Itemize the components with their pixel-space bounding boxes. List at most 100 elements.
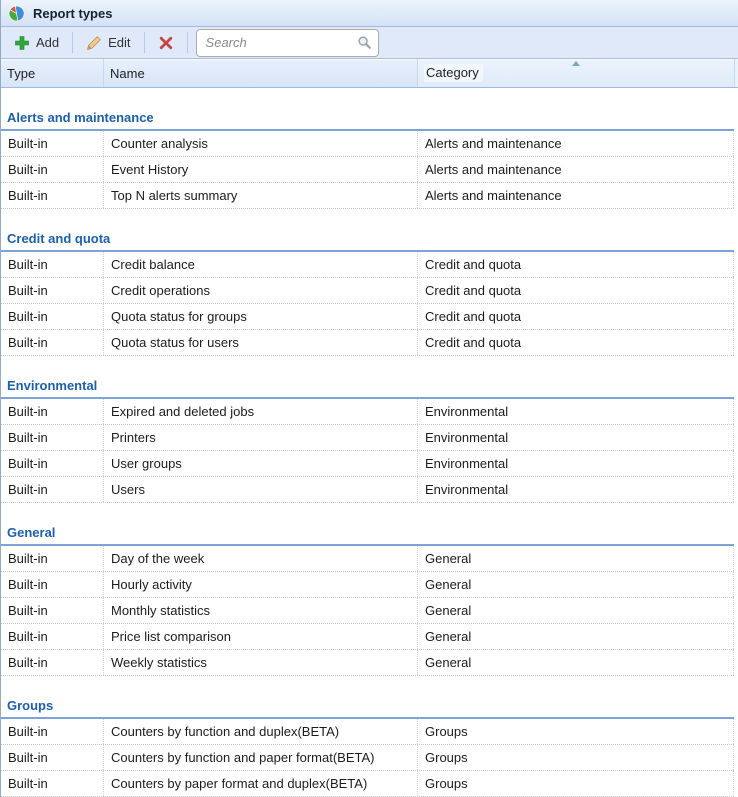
table-row[interactable]: Built-inCounters by function and paper f…	[1, 745, 734, 771]
cell-category: General	[418, 546, 734, 571]
group-header[interactable]: General	[1, 521, 734, 546]
cell-name: Weekly statistics	[104, 650, 418, 675]
search-box	[196, 29, 379, 57]
table-row[interactable]: Built-inCredit operationsCredit and quot…	[1, 278, 734, 304]
cell-type: Built-in	[1, 330, 104, 355]
table-row[interactable]: Built-inCounter analysisAlerts and maint…	[1, 131, 734, 157]
cell-name: Credit balance	[104, 252, 418, 277]
column-header-category-label: Category	[424, 64, 483, 82]
table-row[interactable]: Built-inHourly activityGeneral	[1, 572, 734, 598]
cell-category: Alerts and maintenance	[418, 183, 734, 208]
cell-name: Event History	[104, 157, 418, 182]
column-header-name-label: Name	[110, 66, 145, 81]
table-row[interactable]: Built-inDay of the weekGeneral	[1, 546, 734, 572]
group-header[interactable]: Alerts and maintenance	[1, 106, 734, 131]
cell-type: Built-in	[1, 572, 104, 597]
cell-category: General	[418, 572, 734, 597]
table-row[interactable]: Built-inUser groupsEnvironmental	[1, 451, 734, 477]
cell-name: User groups	[104, 451, 418, 476]
sort-ascending-icon	[572, 61, 580, 66]
toolbar: Add Edit	[1, 27, 738, 59]
table-row[interactable]: Built-inCounters by function and duplex(…	[1, 719, 734, 745]
cell-name: Quota status for groups	[104, 304, 418, 329]
cell-type: Built-in	[1, 598, 104, 623]
cell-category: Credit and quota	[418, 330, 734, 355]
table-row[interactable]: Built-inTop N alerts summaryAlerts and m…	[1, 183, 734, 209]
cell-name: Printers	[104, 425, 418, 450]
cell-type: Built-in	[1, 451, 104, 476]
window-title: Report types	[33, 6, 112, 21]
table-row[interactable]: Built-inCredit balanceCredit and quota	[1, 252, 734, 278]
toolbar-separator	[144, 32, 145, 53]
cell-type: Built-in	[1, 624, 104, 649]
table-row[interactable]: Built-inPrintersEnvironmental	[1, 425, 734, 451]
column-header-type-label: Type	[7, 66, 35, 81]
cell-category: General	[418, 650, 734, 675]
pie-chart-icon	[8, 5, 25, 22]
cell-type: Built-in	[1, 425, 104, 450]
cell-type: Built-in	[1, 546, 104, 571]
edit-button-label: Edit	[108, 35, 130, 50]
group-header[interactable]: Credit and quota	[1, 227, 734, 252]
cell-category: Alerts and maintenance	[418, 157, 734, 182]
cell-category: Credit and quota	[418, 252, 734, 277]
group-header[interactable]: Groups	[1, 694, 734, 719]
table-row[interactable]: Built-inExpired and deleted jobsEnvironm…	[1, 399, 734, 425]
add-button-label: Add	[36, 35, 59, 50]
table-row[interactable]: Built-inQuota status for groupsCredit an…	[1, 304, 734, 330]
cell-name: Quota status for users	[104, 330, 418, 355]
toolbar-separator	[72, 32, 73, 53]
cell-type: Built-in	[1, 399, 104, 424]
cell-category: Credit and quota	[418, 278, 734, 303]
cell-name: Monthly statistics	[104, 598, 418, 623]
table-row[interactable]: Built-inWeekly statisticsGeneral	[1, 650, 734, 676]
cell-category: Alerts and maintenance	[418, 131, 734, 156]
column-header-name[interactable]: Name	[104, 59, 418, 87]
add-plus-icon	[14, 35, 30, 51]
cell-category: Environmental	[418, 477, 734, 502]
delete-x-icon	[158, 35, 174, 51]
edit-button[interactable]: Edit	[79, 32, 137, 54]
magnifier-icon[interactable]	[357, 35, 372, 50]
cell-name: Price list comparison	[104, 624, 418, 649]
cell-type: Built-in	[1, 131, 104, 156]
cell-category: Groups	[418, 745, 734, 770]
cell-category: Credit and quota	[418, 304, 734, 329]
cell-category: Environmental	[418, 451, 734, 476]
table-row[interactable]: Built-inQuota status for usersCredit and…	[1, 330, 734, 356]
cell-category: General	[418, 624, 734, 649]
search-input[interactable]	[206, 35, 357, 50]
titlebar: Report types	[1, 0, 738, 27]
column-header-type[interactable]: Type	[1, 59, 104, 87]
cell-type: Built-in	[1, 719, 104, 744]
table-row[interactable]: Built-inCounters by paper format and dup…	[1, 771, 734, 797]
edit-pencil-icon	[86, 35, 102, 51]
cell-name: Users	[104, 477, 418, 502]
cell-category: Environmental	[418, 399, 734, 424]
cell-type: Built-in	[1, 745, 104, 770]
column-header-category[interactable]: Category	[418, 59, 735, 87]
cell-category: Groups	[418, 719, 734, 744]
add-button[interactable]: Add	[7, 32, 66, 54]
cell-name: Credit operations	[104, 278, 418, 303]
cell-category: Groups	[418, 771, 734, 796]
cell-type: Built-in	[1, 157, 104, 182]
toolbar-separator	[187, 32, 188, 53]
delete-button[interactable]	[151, 32, 181, 54]
cell-category: Environmental	[418, 425, 734, 450]
cell-type: Built-in	[1, 304, 104, 329]
cell-name: Expired and deleted jobs	[104, 399, 418, 424]
table-row[interactable]: Built-inMonthly statisticsGeneral	[1, 598, 734, 624]
cell-type: Built-in	[1, 650, 104, 675]
cell-category: General	[418, 598, 734, 623]
table-row[interactable]: Built-inUsersEnvironmental	[1, 477, 734, 503]
table-row[interactable]: Built-inPrice list comparisonGeneral	[1, 624, 734, 650]
cell-name: Counters by function and duplex(BETA)	[104, 719, 418, 744]
table-row[interactable]: Built-inEvent HistoryAlerts and maintena…	[1, 157, 734, 183]
cell-name: Counters by paper format and duplex(BETA…	[104, 771, 418, 796]
cell-name: Counters by function and paper format(BE…	[104, 745, 418, 770]
cell-name: Counter analysis	[104, 131, 418, 156]
table-body: Alerts and maintenanceBuilt-inCounter an…	[1, 106, 738, 797]
cell-name: Top N alerts summary	[104, 183, 418, 208]
group-header[interactable]: Environmental	[1, 374, 734, 399]
